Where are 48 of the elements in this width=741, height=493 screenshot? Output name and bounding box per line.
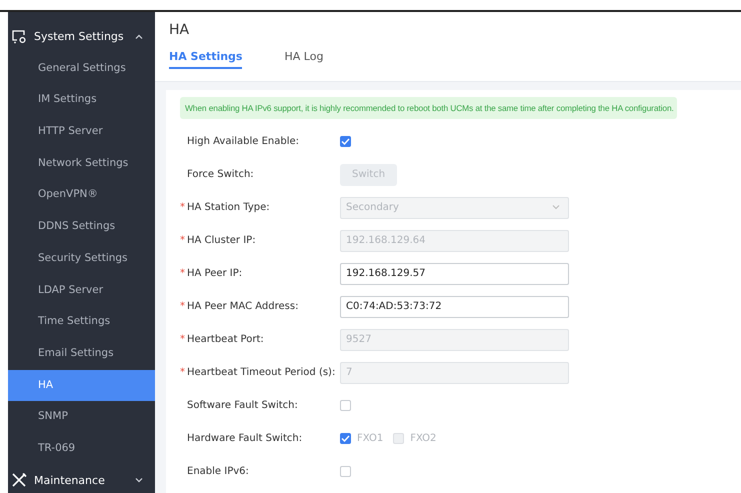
- checkbox[interactable]: [340, 400, 351, 411]
- sidebar-item[interactable]: HTTP Server: [8, 116, 155, 148]
- sidebar-item[interactable]: Network Settings: [8, 148, 155, 180]
- sidebar-item[interactable]: Email Settings: [8, 338, 155, 370]
- field-label: Heartbeat Port:: [187, 334, 265, 345]
- sidebar-item[interactable]: Time Settings: [8, 306, 155, 338]
- sidebar-item[interactable]: HA: [8, 370, 155, 402]
- sidebar-group[interactable]: Maintenance: [8, 464, 155, 493]
- sidebar-item[interactable]: TR-069: [8, 432, 155, 465]
- required-mark: *: [180, 235, 185, 246]
- checkbox[interactable]: [340, 466, 351, 477]
- monitor-gear-icon: [11, 30, 27, 44]
- required-mark: *: [180, 301, 185, 312]
- sidebar-item[interactable]: IM Settings: [8, 84, 155, 116]
- field-label: HA Station Type:: [187, 202, 271, 213]
- checkbox[interactable]: [340, 136, 351, 147]
- input-field[interactable]: 192.168.129.57: [340, 262, 569, 284]
- sidebar-item[interactable]: Security Settings: [8, 242, 155, 274]
- field-label: HA Peer IP:: [187, 268, 244, 279]
- sidebar-group-label: System Settings: [34, 30, 125, 44]
- input-field[interactable]: C0:74:AD:53:73:72: [340, 296, 569, 318]
- field-label: Enable IPv6:: [187, 466, 250, 477]
- checkbox-label: FXO2: [410, 433, 436, 444]
- sidebar-group[interactable]: System Settings: [8, 21, 155, 53]
- required-mark: *: [180, 367, 185, 378]
- chevron-down-icon: [552, 205, 560, 210]
- required-mark: *: [180, 268, 185, 279]
- field-label: High Available Enable:: [187, 136, 300, 147]
- tab[interactable]: HA Log: [284, 50, 324, 69]
- sidebar-item[interactable]: SNMP: [8, 401, 155, 433]
- required-mark: *: [180, 202, 185, 213]
- page-title: HA: [169, 21, 190, 40]
- field-label: HA Cluster IP:: [187, 235, 257, 246]
- sidebar-item[interactable]: OpenVPN®: [8, 179, 155, 212]
- field-label: Hardware Fault Switch:: [187, 433, 304, 444]
- sidebar-item[interactable]: General Settings: [8, 52, 155, 84]
- field-label: Force Switch:: [187, 169, 255, 180]
- info-alert: When enabling HA IPv6 support, it is highly recommended to reboot both UCMs at the same time after completing the HA configuration.: [180, 97, 677, 119]
- sidebar-item[interactable]: DDNS Settings: [8, 211, 155, 243]
- tools-icon: [11, 473, 27, 488]
- required-mark: *: [180, 334, 185, 345]
- tab[interactable]: HA Settings: [169, 50, 242, 69]
- sidebar-group-label: Maintenance: [34, 474, 106, 487]
- field-label: HA Peer MAC Address:: [187, 301, 300, 312]
- sidebar-item[interactable]: LDAP Server: [8, 274, 155, 306]
- checkbox-label: FXO1: [357, 433, 384, 444]
- field-label: Heartbeat Timeout Period (s):: [187, 367, 336, 378]
- field-label: Software Fault Switch:: [187, 400, 299, 411]
